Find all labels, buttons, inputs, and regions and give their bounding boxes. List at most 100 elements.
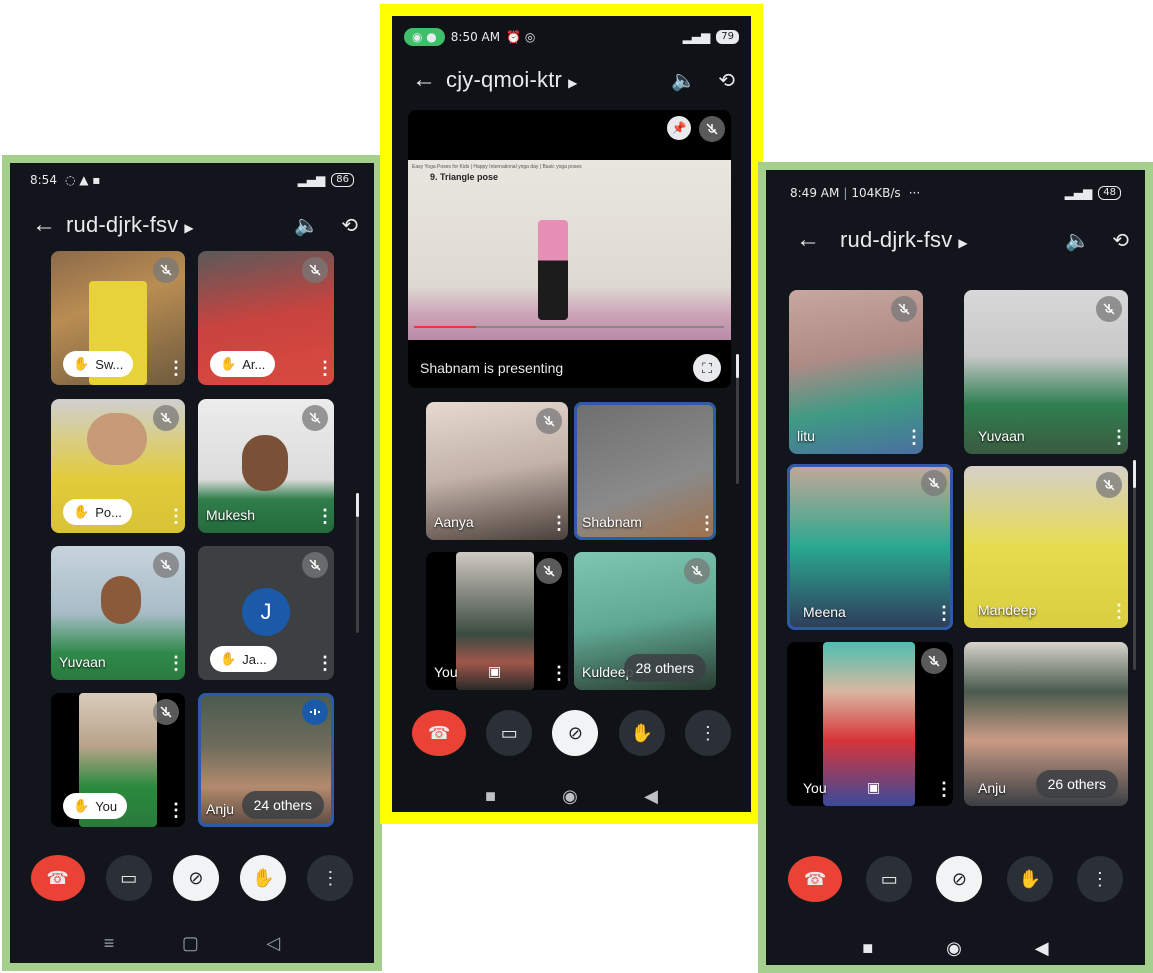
- speaker-icon[interactable]: 🔈: [671, 68, 696, 93]
- meeting-code[interactable]: rud-djrk-fsv ▶: [66, 212, 194, 238]
- pin-icon[interactable]: 📌: [667, 116, 691, 140]
- end-call-button[interactable]: ☎: [30, 855, 85, 901]
- back-nav-icon[interactable]: ◀: [644, 786, 658, 807]
- speaker-icon[interactable]: 🔈: [1065, 228, 1090, 253]
- header-icons: 🔈 ⟲: [671, 68, 735, 93]
- meeting-header: ← rud-djrk-fsv ▶ 🔈 ⟲: [10, 211, 374, 239]
- more-options-icon[interactable]: ⋮: [1110, 602, 1128, 620]
- more-button[interactable]: ⋮: [307, 855, 354, 901]
- recents-icon[interactable]: ■: [485, 786, 496, 807]
- home-icon[interactable]: ◉: [562, 786, 578, 807]
- more-options-icon[interactable]: ⋮: [935, 780, 953, 798]
- more-options-icon[interactable]: ⋮: [550, 664, 568, 682]
- home-icon[interactable]: ◉: [946, 938, 962, 959]
- raise-hand-button[interactable]: ✋: [618, 710, 665, 756]
- mic-button[interactable]: ⊘: [552, 710, 599, 756]
- status-time: 8:54: [30, 173, 57, 187]
- participant-name: litu: [797, 428, 815, 444]
- participant-tile[interactable]: You ▣ ⋮: [787, 642, 953, 806]
- participant-tile[interactable]: litu ⋮: [789, 290, 923, 454]
- camera-button[interactable]: ▭: [105, 855, 152, 901]
- participant-tile[interactable]: Meena ⋮: [787, 464, 953, 630]
- back-arrow-icon[interactable]: ←: [786, 226, 830, 254]
- switch-camera-icon[interactable]: ⟲: [718, 68, 735, 93]
- more-options-icon[interactable]: ⋮: [167, 654, 185, 672]
- shared-video[interactable]: Easy Yoga Poses for Kids | Happy Interna…: [408, 160, 731, 340]
- more-options-icon[interactable]: ⋮: [316, 359, 334, 377]
- more-options-icon[interactable]: ⋮: [905, 428, 923, 446]
- participant-tile[interactable]: Yuvaan ⋮: [964, 290, 1128, 454]
- more-button[interactable]: ⋮: [684, 710, 731, 756]
- back-arrow-icon[interactable]: ←: [402, 66, 446, 94]
- home-icon[interactable]: ▢: [182, 933, 199, 954]
- phone-right: 8:49 AM | 104KB/s ··· ▂▄▆ 48 ← rud-djrk-f…: [758, 162, 1153, 973]
- speaker-icon[interactable]: 🔈: [294, 213, 319, 238]
- participant-tile[interactable]: ✋ Sw... ⋮: [51, 251, 185, 385]
- end-call-button[interactable]: ☎: [412, 710, 467, 756]
- more-options-icon[interactable]: ⋮: [1110, 428, 1128, 446]
- caret-right-icon: ▶: [184, 221, 194, 235]
- scrollbar[interactable]: [356, 493, 359, 633]
- mic-button[interactable]: ⊘: [172, 855, 219, 901]
- participant-tile[interactable]: Aanya ⋮: [426, 402, 568, 540]
- participant-tile[interactable]: Mandeep ⋮: [964, 466, 1128, 628]
- more-options-icon[interactable]: ⋮: [316, 507, 334, 525]
- back-nav-icon[interactable]: ◁: [266, 933, 280, 954]
- scrollbar[interactable]: [736, 354, 739, 484]
- mic-button[interactable]: ⊘: [936, 856, 983, 902]
- camera-button[interactable]: ▭: [866, 856, 913, 902]
- raise-hand-icon: ✋: [220, 356, 237, 371]
- mic-off-icon: [153, 405, 179, 431]
- participant-tile[interactable]: Yuvaan ⋮: [51, 546, 185, 680]
- participant-tile[interactable]: ✋ Po... ⋮: [51, 399, 185, 533]
- participant-tile[interactable]: You ▣ ⋮: [426, 552, 568, 690]
- fullscreen-icon[interactable]: ⛶: [693, 354, 721, 382]
- raise-hand-button[interactable]: ✋: [240, 855, 287, 901]
- more-options-icon[interactable]: ⋮: [698, 514, 716, 532]
- end-call-button[interactable]: ☎: [788, 856, 843, 902]
- mic-off-icon: [684, 558, 710, 584]
- more-options-icon[interactable]: ⋮: [167, 507, 185, 525]
- participant-tile[interactable]: ✋ Ar... ⋮: [198, 251, 334, 385]
- meeting-code[interactable]: cjy-qmoi-ktr ▶: [446, 67, 578, 93]
- others-badge[interactable]: 28 others: [623, 654, 706, 682]
- screen-center: ◉ ● 8:50 AM ⏰ ◎ ▂▄▆ 79 ← cjy-qmoi-ktr ▶ 🔈 ⟲…: [392, 16, 751, 812]
- meeting-code[interactable]: rud-djrk-fsv ▶: [840, 227, 968, 253]
- name-pill: ✋ Sw...: [63, 351, 134, 377]
- participant-tile[interactable]: Kuldeep 28 others: [574, 552, 716, 690]
- name-pill: ✋ Ja...: [210, 646, 277, 672]
- participant-tile[interactable]: Shabnam ⋮: [574, 402, 716, 540]
- participant-tile[interactable]: Mukesh ⋮: [198, 399, 334, 533]
- effects-icon[interactable]: ▣: [488, 663, 501, 680]
- more-options-icon[interactable]: ⋮: [316, 654, 334, 672]
- switch-camera-icon[interactable]: ⟲: [341, 213, 358, 238]
- participant-tile[interactable]: Anju 24 others: [198, 693, 334, 827]
- header-icons: 🔈 ⟲: [294, 213, 358, 238]
- effects-icon[interactable]: ▣: [867, 779, 880, 796]
- recents-icon[interactable]: ≡: [104, 933, 115, 954]
- raise-hand-icon: ✋: [73, 504, 90, 519]
- more-options-icon[interactable]: ⋮: [550, 514, 568, 532]
- back-arrow-icon[interactable]: ←: [22, 211, 66, 239]
- more-options-icon[interactable]: ⋮: [935, 604, 953, 622]
- name-pill: ✋ Po...: [63, 499, 132, 525]
- participant-name: Yuvaan: [978, 428, 1025, 444]
- status-time: 8:49 AM: [790, 186, 840, 200]
- video-progress[interactable]: [414, 326, 724, 328]
- switch-camera-icon[interactable]: ⟲: [1112, 228, 1129, 253]
- recents-icon[interactable]: ■: [862, 938, 873, 959]
- more-options-icon[interactable]: ⋮: [167, 359, 185, 377]
- recording-indicator: ◉ ●: [404, 28, 445, 46]
- participant-tile[interactable]: J ✋ Ja... ⋮: [198, 546, 334, 680]
- scrollbar[interactable]: [1133, 460, 1136, 670]
- camera-button[interactable]: ▭: [486, 710, 533, 756]
- more-button[interactable]: ⋮: [1076, 856, 1123, 902]
- participant-tile[interactable]: Anju 26 others: [964, 642, 1128, 806]
- back-nav-icon[interactable]: ◀: [1035, 938, 1049, 959]
- raise-hand-button[interactable]: ✋: [1006, 856, 1053, 902]
- others-badge[interactable]: 24 others: [241, 791, 324, 819]
- others-badge[interactable]: 26 others: [1035, 770, 1118, 798]
- participant-tile[interactable]: ✋ You ⋮: [51, 693, 185, 827]
- signal-icon: ▂▄▆: [682, 30, 711, 44]
- more-options-icon[interactable]: ⋮: [167, 801, 185, 819]
